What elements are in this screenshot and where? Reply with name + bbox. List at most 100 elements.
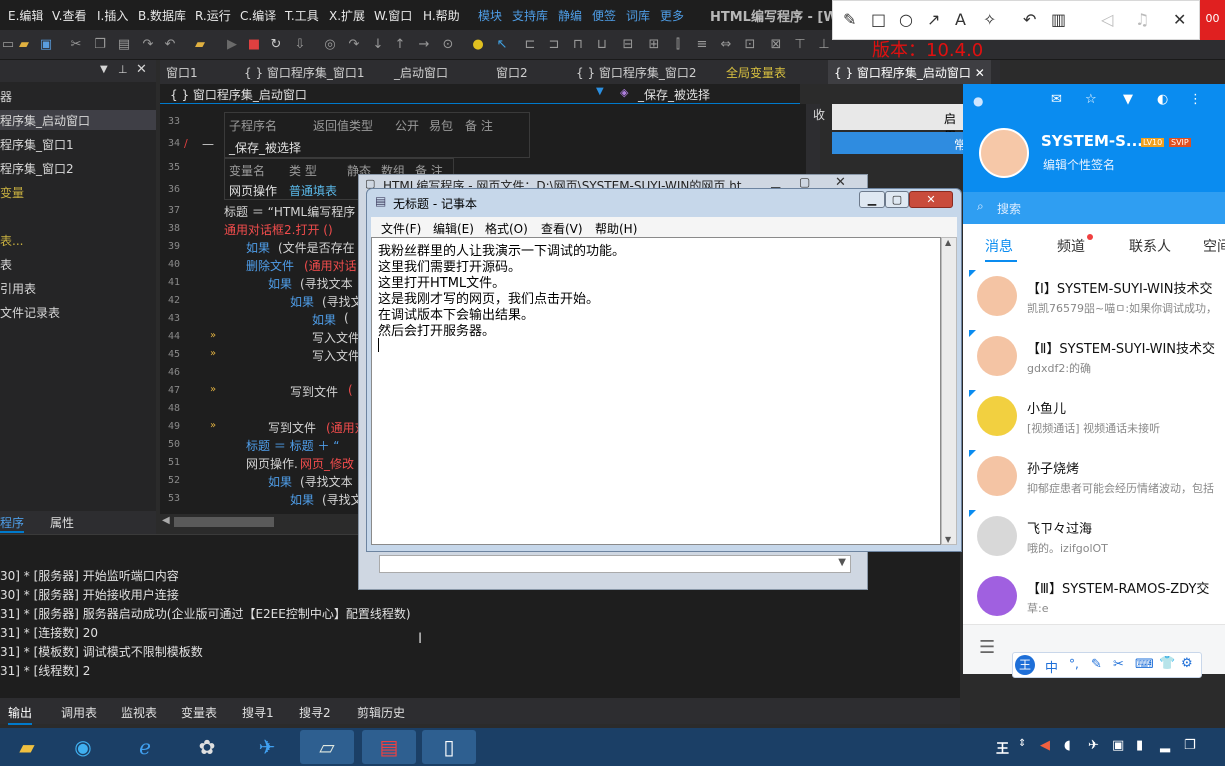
tab-order-icon[interactable]: ⊥ bbox=[816, 37, 832, 53]
tree-item-variables[interactable]: 变量 bbox=[0, 184, 24, 201]
edge-icon[interactable]: ◉ bbox=[56, 730, 110, 764]
code-line-40[interactable]: (通用对话 bbox=[304, 257, 357, 274]
tab-output[interactable]: 输出 bbox=[8, 704, 33, 725]
tab-search1[interactable]: 搜寻1 bbox=[242, 704, 274, 721]
link-notes[interactable]: 便签 bbox=[592, 7, 616, 24]
link-static-edit[interactable]: 静编 bbox=[558, 7, 582, 24]
shirt-icon[interactable]: ▼ bbox=[1123, 92, 1133, 107]
close-icon[interactable]: ✕ bbox=[136, 62, 147, 77]
menu-view[interactable]: 查看(V) bbox=[541, 220, 583, 237]
link-more[interactable]: 更多 bbox=[660, 7, 684, 24]
magic-wand-icon[interactable]: ✧ bbox=[983, 11, 996, 29]
step-icon[interactable]: ⇩ bbox=[292, 37, 308, 53]
tab-startup-class[interactable]: { } 窗口程序集_启动窗口 ✕ bbox=[828, 60, 991, 84]
chevron-down-icon[interactable]: ▼ bbox=[838, 557, 846, 568]
tab-program[interactable]: 程序 bbox=[0, 514, 25, 533]
tab-search2[interactable]: 搜寻2 bbox=[299, 704, 331, 721]
code-line-40-kw[interactable]: 删除文件 bbox=[246, 257, 294, 274]
menu-database[interactable]: B.数据库 bbox=[138, 7, 186, 24]
cut-icon[interactable]: ✂ bbox=[68, 37, 84, 53]
code-line-38[interactable]: 通用对话框2.打开 () bbox=[224, 221, 333, 238]
code-line-52[interactable]: (寻找文本 bbox=[300, 473, 353, 490]
chinese-mode-icon[interactable]: 中 bbox=[1045, 657, 1058, 676]
code-line-45[interactable]: 写入文件 bbox=[312, 347, 360, 364]
class-selector[interactable]: { } 窗口程序集_启动窗口 bbox=[170, 86, 307, 103]
scroll-up-icon[interactable]: ▲ bbox=[945, 238, 951, 247]
chat-item[interactable]: 【Ⅰ】SYSTEM-SUYI-WIN技术交 凯凯76579㗊~喵ㅁ:如果你调试成… bbox=[963, 268, 1225, 328]
code-line-42[interactable]: (寻找文 bbox=[322, 293, 363, 310]
run-icon[interactable]: ▶ bbox=[224, 37, 240, 53]
chat-item[interactable]: 飞ㄗ々过海 哦的。izifgolOT bbox=[963, 508, 1225, 568]
speaker-muted-icon[interactable]: ◁ bbox=[1101, 11, 1113, 29]
step-out-icon[interactable]: ↑ bbox=[392, 37, 408, 53]
save-icon[interactable]: ▣ bbox=[38, 37, 54, 53]
tab-startup-window[interactable]: _启动窗口 bbox=[394, 64, 448, 81]
skin-icon[interactable]: 👕 bbox=[1159, 656, 1175, 671]
code-line-47-arg[interactable]: ( bbox=[348, 383, 353, 397]
tree-item-table[interactable]: 表 bbox=[0, 256, 12, 273]
align-left-icon[interactable]: ⊏ bbox=[522, 37, 538, 53]
file-explorer-icon[interactable]: ▰ bbox=[0, 730, 54, 764]
dropdown-icon[interactable]: ▼ bbox=[100, 64, 108, 75]
menu-view[interactable]: V.查看 bbox=[52, 7, 86, 24]
menu-edit[interactable]: E.编辑 bbox=[8, 7, 43, 24]
align-right-icon[interactable]: ⊐ bbox=[546, 37, 562, 53]
scroll-left-icon[interactable]: ◀ bbox=[162, 515, 170, 526]
run-to-icon[interactable]: → bbox=[416, 37, 432, 53]
punctuation-icon[interactable]: °, bbox=[1069, 657, 1079, 671]
lock-icon[interactable]: ⊤ bbox=[792, 37, 808, 53]
minimize-icon[interactable]: ▁ bbox=[771, 175, 780, 189]
notepad-icon[interactable]: ▱ bbox=[300, 730, 354, 764]
menu-compile[interactable]: C.编译 bbox=[240, 7, 276, 24]
maximize-icon[interactable]: ▢ bbox=[799, 175, 810, 189]
tray-arrows-icon[interactable]: ⇕ bbox=[1018, 738, 1026, 749]
mic-muted-icon[interactable]: ♫ bbox=[1135, 11, 1149, 29]
tool-icon[interactable]: ✿ bbox=[180, 730, 234, 764]
document-icon[interactable]: ▯ bbox=[422, 730, 476, 764]
menu-icon[interactable]: ☰ bbox=[979, 637, 995, 658]
same-height-icon[interactable]: ≡ bbox=[694, 37, 710, 53]
find-icon[interactable]: ▰ bbox=[192, 37, 208, 53]
procedure-selector[interactable]: _保存_被选择 bbox=[638, 86, 710, 103]
menu-run[interactable]: R.运行 bbox=[195, 7, 231, 24]
qq-nickname[interactable]: SYSTEM-S... bbox=[1041, 132, 1143, 150]
mail-icon[interactable]: ✉ bbox=[1051, 92, 1062, 107]
e-language-icon[interactable]: ▤ bbox=[362, 730, 416, 764]
undo-icon[interactable]: ↶ bbox=[1023, 11, 1036, 29]
tray-network-icon[interactable]: ▂ bbox=[1160, 738, 1170, 753]
menu-help[interactable]: H.帮助 bbox=[423, 7, 460, 24]
breakpoint-icon[interactable]: ∕ bbox=[184, 137, 188, 150]
star-icon[interactable]: ☆ bbox=[1085, 92, 1097, 107]
code-line-43[interactable]: ( bbox=[344, 311, 349, 325]
tree-item-file-record-table[interactable]: 文件记录表 bbox=[0, 304, 60, 321]
tab-space[interactable]: 空间 bbox=[1203, 236, 1225, 256]
align-bottom-icon[interactable]: ⊔ bbox=[594, 37, 610, 53]
tree-item-window2-class[interactable]: 程序集_窗口2 bbox=[0, 160, 74, 177]
tab-window2[interactable]: 窗口2 bbox=[496, 64, 528, 81]
code-line-53-kw[interactable]: 如果 bbox=[290, 491, 314, 508]
size-icon[interactable]: ⊠ bbox=[768, 37, 784, 53]
code-line-39-kw[interactable]: 如果 bbox=[246, 239, 270, 256]
code-line-41[interactable]: (寻找文本 bbox=[300, 275, 353, 292]
tab-window2-class[interactable]: { } 窗口程序集_窗口2 bbox=[576, 64, 697, 81]
link-module[interactable]: 模块 bbox=[478, 7, 502, 24]
tray-speaker-muted-icon[interactable]: ◀ bbox=[1040, 738, 1050, 753]
pencil-icon[interactable]: ✎ bbox=[843, 11, 856, 29]
chat-item[interactable]: 【Ⅲ】SYSTEM-RAMOS-ZDY交 草:e bbox=[963, 568, 1225, 628]
close-icon[interactable]: ✕ bbox=[1173, 11, 1186, 29]
chat-item[interactable]: 孙子烧烤 抑郁症患者可能会经历情绪波动，包括 bbox=[963, 448, 1225, 508]
code-line-49[interactable]: 写到文件 bbox=[268, 419, 316, 436]
tree-item-startup-class[interactable]: 程序集_启动窗口 bbox=[0, 110, 156, 130]
same-width-icon[interactable]: ⫿ bbox=[670, 37, 686, 53]
collapse-label[interactable]: 收 bbox=[813, 106, 825, 123]
tab-var-table[interactable]: 变量表 bbox=[181, 704, 217, 721]
tray-ime-icon[interactable]: 王 bbox=[996, 738, 1009, 757]
circle-icon[interactable]: ○ bbox=[899, 11, 913, 29]
pin-icon[interactable]: ⊥ bbox=[118, 63, 128, 76]
ime-logo-icon[interactable]: 王 bbox=[1015, 655, 1035, 675]
undo-icon[interactable]: ↶ bbox=[162, 37, 178, 53]
tab-channels[interactable]: 频道 bbox=[1057, 236, 1085, 256]
vertical-scrollbar[interactable]: ▲ ▼ bbox=[941, 237, 957, 545]
trash-icon[interactable]: ▥ bbox=[1051, 11, 1066, 29]
center-h-icon[interactable]: ⊟ bbox=[620, 37, 636, 53]
